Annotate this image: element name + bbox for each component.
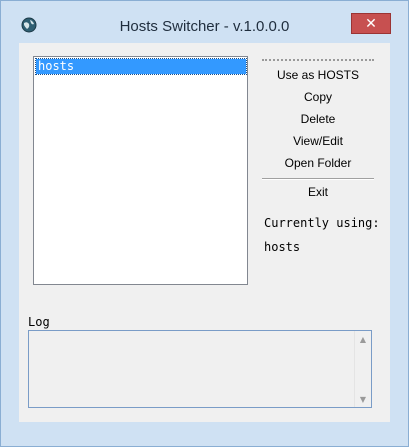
log-scrollbar[interactable]: ▲ ▼ — [354, 331, 371, 407]
list-item[interactable]: hosts — [35, 58, 247, 75]
log-label: Log — [28, 315, 50, 329]
menu-separator — [262, 178, 374, 180]
window-title: Hosts Switcher - v.1.0.0.0 — [119, 18, 290, 35]
client-area: hosts Use as HOSTS Copy Delete View/Edit… — [19, 43, 390, 422]
exit-button[interactable]: Exit — [260, 182, 376, 202]
hosts-listbox[interactable]: hosts — [33, 56, 248, 285]
current-using-value: hosts — [264, 240, 301, 254]
close-icon: ✕ — [365, 15, 377, 32]
delete-button[interactable]: Delete — [260, 109, 376, 129]
app-window: Hosts Switcher - v.1.0.0.0 ✕ hosts Use a… — [0, 0, 409, 447]
copy-button[interactable]: Copy — [260, 87, 376, 107]
view-edit-button[interactable]: View/Edit — [260, 131, 376, 151]
log-textbox[interactable]: ▲ ▼ — [28, 330, 372, 408]
open-folder-button[interactable]: Open Folder — [260, 153, 376, 173]
use-as-hosts-button[interactable]: Use as HOSTS — [260, 65, 376, 85]
scroll-up-icon[interactable]: ▲ — [355, 331, 371, 347]
current-using-label: Currently using: — [264, 216, 380, 230]
action-menu: Use as HOSTS Copy Delete View/Edit Open … — [260, 55, 376, 215]
title-bar[interactable]: Hosts Switcher - v.1.0.0.0 ✕ — [1, 1, 408, 35]
scroll-down-icon[interactable]: ▼ — [355, 391, 371, 407]
menu-tearoff-separator — [262, 59, 374, 61]
close-button[interactable]: ✕ — [351, 13, 391, 34]
